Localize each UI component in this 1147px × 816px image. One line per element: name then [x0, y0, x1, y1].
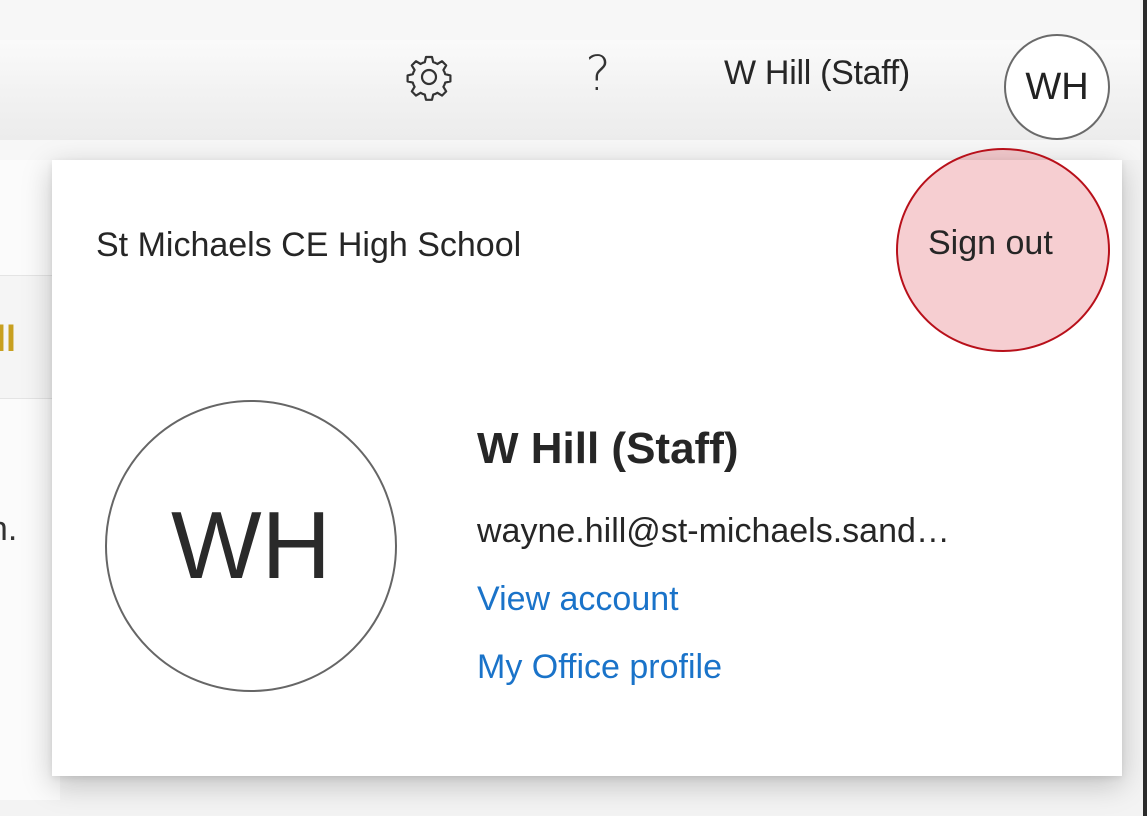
header-avatar-button[interactable]: WH	[1004, 34, 1110, 140]
avatar: WH	[105, 400, 397, 692]
account-dropdown-card: St Michaels CE High School Sign out WH W…	[52, 148, 1122, 776]
organization-name: St Michaels CE High School	[96, 226, 522, 264]
avatar-initials: WH	[171, 492, 331, 599]
account-email: wayne.hill@st-michaels.sand…	[477, 512, 950, 550]
gear-icon[interactable]	[405, 53, 453, 101]
header-shade	[0, 40, 1140, 140]
window-edge-divider	[1143, 0, 1147, 816]
my-office-profile-link[interactable]: My Office profile	[477, 648, 722, 687]
top-header-bar: ? W Hill (Staff) WH	[0, 0, 1140, 160]
header-user-name[interactable]: W Hill (Staff)	[724, 54, 910, 93]
view-account-link[interactable]: View account	[477, 580, 679, 619]
help-icon[interactable]: ?	[578, 44, 618, 104]
sign-out-button[interactable]: Sign out	[928, 224, 1053, 263]
header-avatar-initials: WH	[1025, 65, 1089, 108]
background-page-panel	[0, 160, 60, 800]
background-partial-text: en.	[0, 510, 18, 548]
account-display-name: W Hill (Staff)	[477, 424, 739, 473]
background-partial-label: All	[0, 318, 17, 359]
